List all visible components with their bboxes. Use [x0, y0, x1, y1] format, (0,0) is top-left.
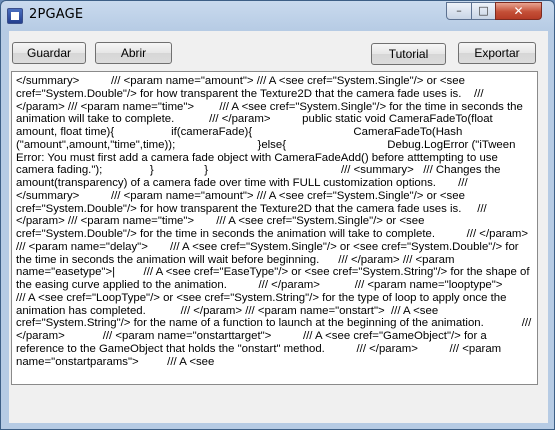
minimize-icon: – — [456, 4, 462, 17]
maximize-icon: □ — [478, 4, 489, 17]
open-button[interactable]: Abrir — [95, 42, 172, 64]
window-title: 2PGAGE — [29, 7, 84, 22]
tutorial-button[interactable]: Tutorial — [371, 43, 446, 65]
save-button[interactable]: Guardar — [12, 42, 86, 64]
minimize-button[interactable]: – — [446, 2, 472, 20]
title-bar[interactable]: 2PGAGE – □ ✕ — [1, 1, 554, 31]
client-area: Guardar Abrir Tutorial Exportar </summar… — [9, 31, 548, 423]
close-button[interactable]: ✕ — [495, 2, 542, 20]
maximize-button[interactable]: □ — [471, 2, 496, 20]
code-editor[interactable]: </summary> /// <param name="amount"> ///… — [11, 71, 538, 385]
app-window: 2PGAGE – □ ✕ Guardar Abrir Tutorial Expo… — [0, 0, 555, 430]
app-icon[interactable] — [7, 8, 23, 24]
code-text[interactable]: </summary> /// <param name="amount"> ///… — [12, 72, 537, 371]
close-icon: ✕ — [513, 4, 524, 18]
export-button[interactable]: Exportar — [458, 42, 536, 64]
